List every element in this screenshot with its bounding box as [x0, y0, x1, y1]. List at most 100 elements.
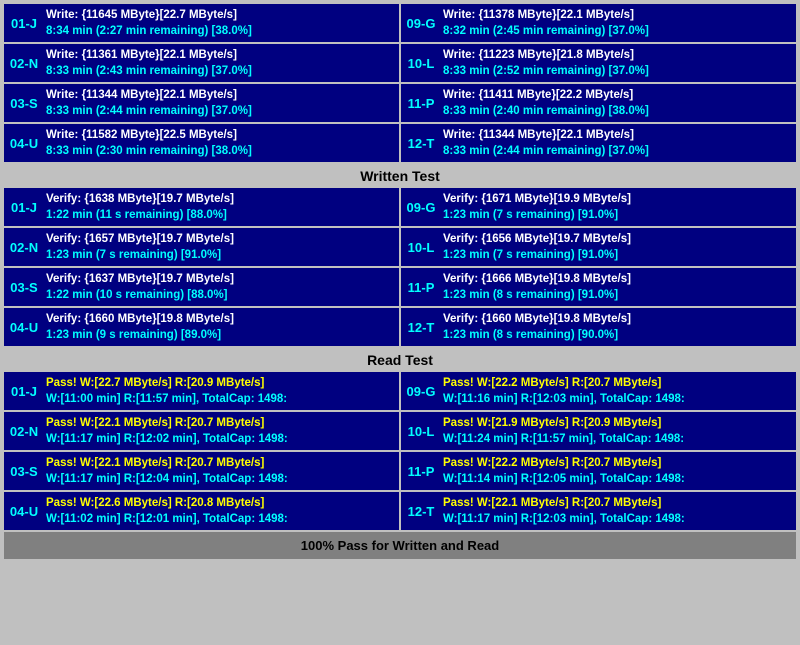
- cell-line2: 8:33 min (2:40 min remaining) [38.0%]: [443, 103, 792, 119]
- cell-line2: W:[11:17 min] R:[12:02 min], TotalCap: 1…: [46, 431, 395, 447]
- grid-cell: 11-P Pass! W:[22.2 MByte/s] R:[20.7 MByte…: [401, 452, 796, 490]
- grid-cell: 02-NVerify: {1657 MByte}[19.7 MByte/s]1:…: [4, 228, 399, 266]
- cell-label: 04-U: [8, 136, 40, 151]
- cell-content: Verify: {1656 MByte}[19.7 MByte/s]1:23 m…: [443, 231, 792, 263]
- cell-line1: Write: {11582 MByte}[22.5 MByte/s]: [46, 127, 395, 143]
- grid-cell: 01-J Verify: {1638 MByte}[19.7 MByte/s]1:…: [4, 188, 399, 226]
- cell-label: 11-P: [405, 464, 437, 479]
- cell-content: Write: {11344 MByte}[22.1 MByte/s]8:33 m…: [46, 87, 395, 119]
- write-grid: 01-JWrite: {11645 MByte}[22.7 MByte/s]8:…: [4, 4, 796, 162]
- grid-cell: 10-L Verify: {1656 MByte}[19.7 MByte/s]1:…: [401, 228, 796, 266]
- cell-line1: Write: {11361 MByte}[22.1 MByte/s]: [46, 47, 395, 63]
- cell-line2: 1:23 min (7 s remaining) [91.0%]: [443, 207, 792, 223]
- cell-line2: W:[11:17 min] R:[12:04 min], TotalCap: 1…: [46, 471, 395, 487]
- written-test-header: Written Test: [4, 164, 796, 188]
- grid-cell: 12-T Verify: {1660 MByte}[19.8 MByte/s]1:…: [401, 308, 796, 346]
- grid-cell: 09-G Pass! W:[22.2 MByte/s] R:[20.7 MByte…: [401, 372, 796, 410]
- cell-content: Verify: {1660 MByte}[19.8 MByte/s]1:23 m…: [46, 311, 395, 343]
- cell-line2: 8:33 min (2:43 min remaining) [37.0%]: [46, 63, 395, 79]
- grid-cell: 12-TPass! W:[22.1 MByte/s] R:[20.7 MByte…: [401, 492, 796, 530]
- cell-content: Write: {11361 MByte}[22.1 MByte/s]8:33 m…: [46, 47, 395, 79]
- cell-label: 10-L: [405, 424, 437, 439]
- grid-cell: 10-LWrite: {11223 MByte}[21.8 MByte/s]8:…: [401, 44, 796, 82]
- cell-content: Verify: {1638 MByte}[19.7 MByte/s]1:22 m…: [46, 191, 395, 223]
- cell-line1: Pass! W:[22.2 MByte/s] R:[20.7 MByte/s]: [443, 375, 792, 391]
- cell-line1: Verify: {1656 MByte}[19.7 MByte/s]: [443, 231, 792, 247]
- grid-cell: 11-PWrite: {11411 MByte}[22.2 MByte/s]8:…: [401, 84, 796, 122]
- cell-label: 09-G: [405, 384, 437, 399]
- cell-content: Pass! W:[21.9 MByte/s] R:[20.9 MByte/s]W…: [443, 415, 792, 447]
- cell-line1: Verify: {1666 MByte}[19.8 MByte/s]: [443, 271, 792, 287]
- grid-cell: 12-T Write: {11344 MByte}[22.1 MByte/s]8:…: [401, 124, 796, 162]
- cell-line2: W:[11:02 min] R:[12:01 min], TotalCap: 1…: [46, 511, 395, 527]
- read-test-header: Read Test: [4, 348, 796, 372]
- grid-cell: 03-SWrite: {11344 MByte}[22.1 MByte/s]8:…: [4, 84, 399, 122]
- cell-label: 02-N: [8, 56, 40, 71]
- cell-label: 10-L: [405, 56, 437, 71]
- cell-content: Write: {11378 MByte}[22.1 MByte/s]8:32 m…: [443, 7, 792, 39]
- cell-label: 03-S: [8, 464, 40, 479]
- cell-line1: Pass! W:[22.7 MByte/s] R:[20.9 MByte/s]: [46, 375, 395, 391]
- cell-line2: W:[11:00 min] R:[11:57 min], TotalCap: 1…: [46, 391, 395, 407]
- cell-content: Verify: {1666 MByte}[19.8 MByte/s]1:23 m…: [443, 271, 792, 303]
- cell-line2: W:[11:16 min] R:[12:03 min], TotalCap: 1…: [443, 391, 792, 407]
- cell-line2: 1:23 min (7 s remaining) [91.0%]: [443, 247, 792, 263]
- cell-content: Pass! W:[22.1 MByte/s] R:[20.7 MByte/s]W…: [443, 495, 792, 527]
- write-section: 01-JWrite: {11645 MByte}[22.7 MByte/s]8:…: [4, 4, 796, 162]
- cell-label: 01-J: [8, 200, 40, 215]
- cell-line1: Write: {11645 MByte}[22.7 MByte/s]: [46, 7, 395, 23]
- cell-line2: 1:23 min (9 s remaining) [89.0%]: [46, 327, 395, 343]
- grid-cell: 02-N Pass! W:[22.1 MByte/s] R:[20.7 MByte…: [4, 412, 399, 450]
- cell-content: Pass! W:[22.2 MByte/s] R:[20.7 MByte/s]W…: [443, 455, 792, 487]
- cell-content: Pass! W:[22.1 MByte/s] R:[20.7 MByte/s]W…: [46, 455, 395, 487]
- cell-content: Verify: {1637 MByte}[19.7 MByte/s]1:22 m…: [46, 271, 395, 303]
- cell-content: Write: {11645 MByte}[22.7 MByte/s]8:34 m…: [46, 7, 395, 39]
- cell-content: Verify: {1660 MByte}[19.8 MByte/s]1:23 m…: [443, 311, 792, 343]
- grid-cell: 10-L Pass! W:[21.9 MByte/s] R:[20.9 MByte…: [401, 412, 796, 450]
- cell-content: Write: {11344 MByte}[22.1 MByte/s]8:33 m…: [443, 127, 792, 159]
- cell-line2: 1:23 min (8 s remaining) [91.0%]: [443, 287, 792, 303]
- cell-line2: 8:33 min (2:44 min remaining) [37.0%]: [443, 143, 792, 159]
- cell-label: 03-S: [8, 280, 40, 295]
- cell-label: 12-T: [405, 320, 437, 335]
- cell-label: 10-L: [405, 240, 437, 255]
- cell-content: Write: {11582 MByte}[22.5 MByte/s]8:33 m…: [46, 127, 395, 159]
- cell-line1: Pass! W:[22.1 MByte/s] R:[20.7 MByte/s]: [46, 415, 395, 431]
- cell-line1: Verify: {1660 MByte}[19.8 MByte/s]: [46, 311, 395, 327]
- cell-line1: Pass! W:[22.6 MByte/s] R:[20.8 MByte/s]: [46, 495, 395, 511]
- cell-line2: 8:33 min (2:30 min remaining) [38.0%]: [46, 143, 395, 159]
- cell-line2: W:[11:24 min] R:[11:57 min], TotalCap: 1…: [443, 431, 792, 447]
- cell-line1: Write: {11378 MByte}[22.1 MByte/s]: [443, 7, 792, 23]
- cell-line1: Verify: {1657 MByte}[19.7 MByte/s]: [46, 231, 395, 247]
- grid-cell: 04-UPass! W:[22.6 MByte/s] R:[20.8 MByte…: [4, 492, 399, 530]
- cell-content: Verify: {1657 MByte}[19.7 MByte/s]1:23 m…: [46, 231, 395, 263]
- cell-content: Pass! W:[22.1 MByte/s] R:[20.7 MByte/s]W…: [46, 415, 395, 447]
- cell-line1: Write: {11223 MByte}[21.8 MByte/s]: [443, 47, 792, 63]
- cell-line2: W:[11:17 min] R:[12:03 min], TotalCap: 1…: [443, 511, 792, 527]
- cell-content: Write: {11411 MByte}[22.2 MByte/s]8:33 m…: [443, 87, 792, 119]
- grid-cell: 04-UVerify: {1660 MByte}[19.8 MByte/s]1:…: [4, 308, 399, 346]
- grid-cell: 04-U Write: {11582 MByte}[22.5 MByte/s]8:…: [4, 124, 399, 162]
- pass-grid: 01-J Pass! W:[22.7 MByte/s] R:[20.9 MByte…: [4, 372, 796, 530]
- cell-label: 02-N: [8, 424, 40, 439]
- cell-label: 11-P: [405, 280, 437, 295]
- main-container: 01-JWrite: {11645 MByte}[22.7 MByte/s]8:…: [0, 0, 800, 563]
- cell-line1: Verify: {1637 MByte}[19.7 MByte/s]: [46, 271, 395, 287]
- cell-label: 01-J: [8, 384, 40, 399]
- grid-cell: 01-JWrite: {11645 MByte}[22.7 MByte/s]8:…: [4, 4, 399, 42]
- grid-cell: 02-N Write: {11361 MByte}[22.1 MByte/s]8:…: [4, 44, 399, 82]
- cell-line1: Verify: {1638 MByte}[19.7 MByte/s]: [46, 191, 395, 207]
- grid-cell: 03-S Verify: {1637 MByte}[19.7 MByte/s]1:…: [4, 268, 399, 306]
- cell-line2: 8:32 min (2:45 min remaining) [37.0%]: [443, 23, 792, 39]
- grid-cell: 09-GVerify: {1671 MByte}[19.9 MByte/s]1:…: [401, 188, 796, 226]
- cell-line2: 1:23 min (7 s remaining) [91.0%]: [46, 247, 395, 263]
- cell-content: Pass! W:[22.2 MByte/s] R:[20.7 MByte/s]W…: [443, 375, 792, 407]
- cell-line1: Pass! W:[21.9 MByte/s] R:[20.9 MByte/s]: [443, 415, 792, 431]
- cell-label: 12-T: [405, 136, 437, 151]
- cell-line1: Verify: {1671 MByte}[19.9 MByte/s]: [443, 191, 792, 207]
- cell-line1: Write: {11411 MByte}[22.2 MByte/s]: [443, 87, 792, 103]
- cell-content: Pass! W:[22.7 MByte/s] R:[20.9 MByte/s]W…: [46, 375, 395, 407]
- cell-line2: 1:22 min (10 s remaining) [88.0%]: [46, 287, 395, 303]
- cell-line1: Verify: {1660 MByte}[19.8 MByte/s]: [443, 311, 792, 327]
- grid-cell: 01-J Pass! W:[22.7 MByte/s] R:[20.9 MByte…: [4, 372, 399, 410]
